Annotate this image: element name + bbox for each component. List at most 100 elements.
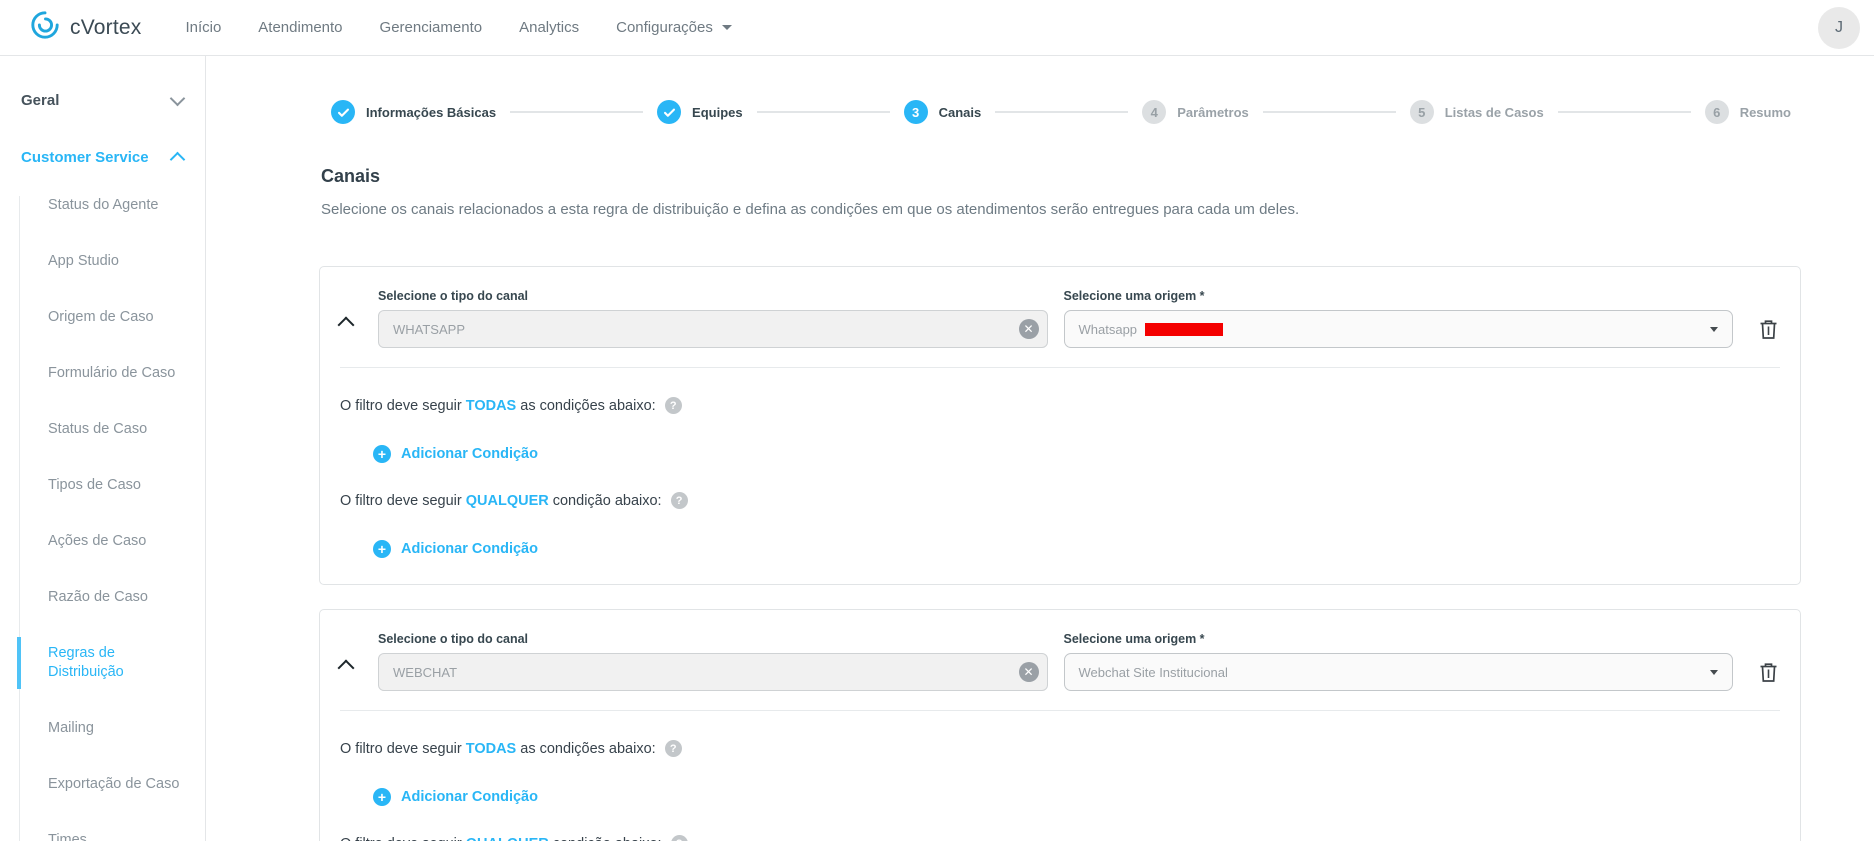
step-informacoes-basicas[interactable]: Informações Básicas — [331, 100, 496, 124]
nav-item-inicio[interactable]: Início — [185, 19, 221, 36]
filter-prefix: O filtro deve seguir — [340, 493, 466, 509]
channel-type-input[interactable] — [378, 653, 1048, 691]
brand[interactable]: cVortex — [30, 10, 141, 45]
step-listas-de-casos[interactable]: 5 Listas de Casos — [1410, 100, 1544, 124]
collapse-card-button[interactable] — [340, 319, 378, 331]
collapse-card-button[interactable] — [340, 662, 378, 674]
main-nav: Início Atendimento Gerenciamento Analyti… — [185, 19, 731, 36]
sidebar-item-formulario-de-caso[interactable]: Formulário de Caso — [48, 364, 188, 383]
filter-any-condition-line: O filtro deve seguir QUALQUER condição a… — [340, 492, 1780, 509]
sidebar-item-exportacao-de-caso[interactable]: Exportação de Caso — [48, 775, 188, 794]
sidebar-section-customer-service[interactable]: Customer Service — [21, 149, 195, 166]
divider — [340, 367, 1780, 368]
filter-prefix: O filtro deve seguir — [340, 836, 466, 841]
step-label: Listas de Casos — [1445, 105, 1544, 120]
chevron-down-icon — [1710, 670, 1718, 675]
step-connector — [995, 111, 1128, 113]
clear-icon[interactable]: ✕ — [1019, 319, 1039, 339]
origin-select[interactable]: Webchat Site Institucional — [1064, 653, 1734, 691]
sidebar-item-app-studio[interactable]: App Studio — [48, 252, 188, 271]
origin-value: Whatsapp — [1079, 322, 1138, 337]
sidebar-section-customer-service-label: Customer Service — [21, 149, 149, 166]
page-title: Canais — [321, 166, 1802, 187]
filter-keyword: TODAS — [466, 398, 517, 414]
nav-item-atendimento[interactable]: Atendimento — [258, 19, 342, 36]
top-navbar: cVortex Início Atendimento Gerenciamento… — [0, 0, 1874, 56]
brand-name: cVortex — [70, 16, 141, 40]
delete-channel-button[interactable] — [1759, 319, 1778, 343]
plus-icon: + — [373, 445, 391, 463]
filter-suffix: condição abaixo: — [549, 493, 662, 509]
wizard-stepper: Informações Básicas Equipes 3 Canais 4 P… — [331, 100, 1791, 124]
filter-keyword: QUALQUER — [466, 493, 549, 509]
sidebar-section-geral-label: Geral — [21, 92, 59, 109]
channel-type-field: Selecione o tipo do canal ✕ — [378, 289, 1048, 348]
step-number: 3 — [904, 100, 928, 124]
clear-icon[interactable]: ✕ — [1019, 662, 1039, 682]
step-connector — [510, 111, 643, 113]
help-icon[interactable]: ? — [671, 835, 688, 841]
origin-label: Selecione uma origem * — [1064, 289, 1734, 303]
filter-suffix: as condições abaixo: — [516, 398, 655, 414]
origin-select[interactable]: Whatsapp — [1064, 310, 1734, 348]
filter-all-conditions-line: O filtro deve seguir TODAS as condições … — [340, 397, 1780, 414]
step-label: Parâmetros — [1177, 105, 1249, 120]
delete-channel-button[interactable] — [1759, 662, 1778, 686]
step-check-icon — [657, 100, 681, 124]
sidebar-item-status-de-caso[interactable]: Status de Caso — [48, 420, 188, 439]
sidebar-item-tipos-de-caso[interactable]: Tipos de Caso — [48, 476, 188, 495]
chevron-up-icon — [338, 317, 355, 334]
sidebar-item-origem-de-caso[interactable]: Origem de Caso — [48, 308, 188, 327]
filter-prefix: O filtro deve seguir — [340, 741, 466, 757]
chevron-up-icon — [170, 152, 186, 168]
sidebar-item-acoes-de-caso[interactable]: Ações de Caso — [48, 532, 188, 551]
step-check-icon — [331, 100, 355, 124]
filter-keyword: QUALQUER — [466, 836, 549, 841]
add-condition-any-button[interactable]: + Adicionar Condição — [373, 540, 1780, 558]
filter-suffix: condição abaixo: — [549, 836, 662, 841]
help-icon[interactable]: ? — [665, 397, 682, 414]
origin-field: Selecione uma origem * Whatsapp — [1064, 289, 1734, 348]
sidebar-item-mailing[interactable]: Mailing — [48, 719, 188, 738]
chevron-down-icon — [170, 90, 186, 106]
chevron-down-icon — [1710, 327, 1718, 332]
filter-all-conditions-line: O filtro deve seguir TODAS as condições … — [340, 740, 1780, 757]
sidebar-item-status-do-agente[interactable]: Status do Agente — [48, 196, 188, 215]
channel-type-field: Selecione o tipo do canal ✕ — [378, 632, 1048, 691]
channel-card-webchat: Selecione o tipo do canal ✕ Selecione um… — [319, 609, 1801, 841]
nav-item-configuracoes[interactable]: Configurações — [616, 19, 732, 36]
chevron-down-icon — [722, 25, 732, 30]
divider — [340, 710, 1780, 711]
sidebar-item-list: Status do Agente App Studio Origem de Ca… — [19, 196, 195, 841]
step-parametros[interactable]: 4 Parâmetros — [1142, 100, 1249, 124]
step-canais[interactable]: 3 Canais — [904, 100, 982, 124]
add-condition-all-button[interactable]: + Adicionar Condição — [373, 788, 1780, 806]
sidebar-section-geral[interactable]: Geral — [21, 92, 195, 109]
channel-type-input[interactable] — [378, 310, 1048, 348]
sidebar-item-razao-de-caso[interactable]: Razão de Caso — [48, 588, 188, 607]
redaction-block — [1145, 323, 1223, 336]
origin-field: Selecione uma origem * Webchat Site Inst… — [1064, 632, 1734, 691]
channel-type-label: Selecione o tipo do canal — [378, 632, 1048, 646]
avatar[interactable]: J — [1818, 7, 1860, 49]
nav-item-configuracoes-label: Configurações — [616, 19, 713, 36]
help-icon[interactable]: ? — [671, 492, 688, 509]
help-icon[interactable]: ? — [665, 740, 682, 757]
add-condition-label: Adicionar Condição — [401, 789, 538, 805]
settings-sidebar: Geral Customer Service Status do Agente … — [0, 56, 206, 841]
nav-item-analytics[interactable]: Analytics — [519, 19, 579, 36]
filter-suffix: as condições abaixo: — [516, 741, 655, 757]
plus-icon: + — [373, 540, 391, 558]
step-connector — [1263, 111, 1396, 113]
sidebar-item-times[interactable]: Times — [48, 831, 188, 841]
step-connector — [1558, 111, 1691, 113]
step-equipes[interactable]: Equipes — [657, 100, 743, 124]
add-condition-all-button[interactable]: + Adicionar Condição — [373, 445, 1780, 463]
sidebar-item-regras-de-distribuicao[interactable]: Regras de Distribuição — [48, 644, 188, 682]
nav-item-gerenciamento[interactable]: Gerenciamento — [380, 19, 483, 36]
origin-label: Selecione uma origem * — [1064, 632, 1734, 646]
chevron-up-icon — [338, 660, 355, 677]
trash-icon — [1759, 662, 1778, 683]
step-resumo[interactable]: 6 Resumo — [1705, 100, 1791, 124]
filter-prefix: O filtro deve seguir — [340, 398, 466, 414]
